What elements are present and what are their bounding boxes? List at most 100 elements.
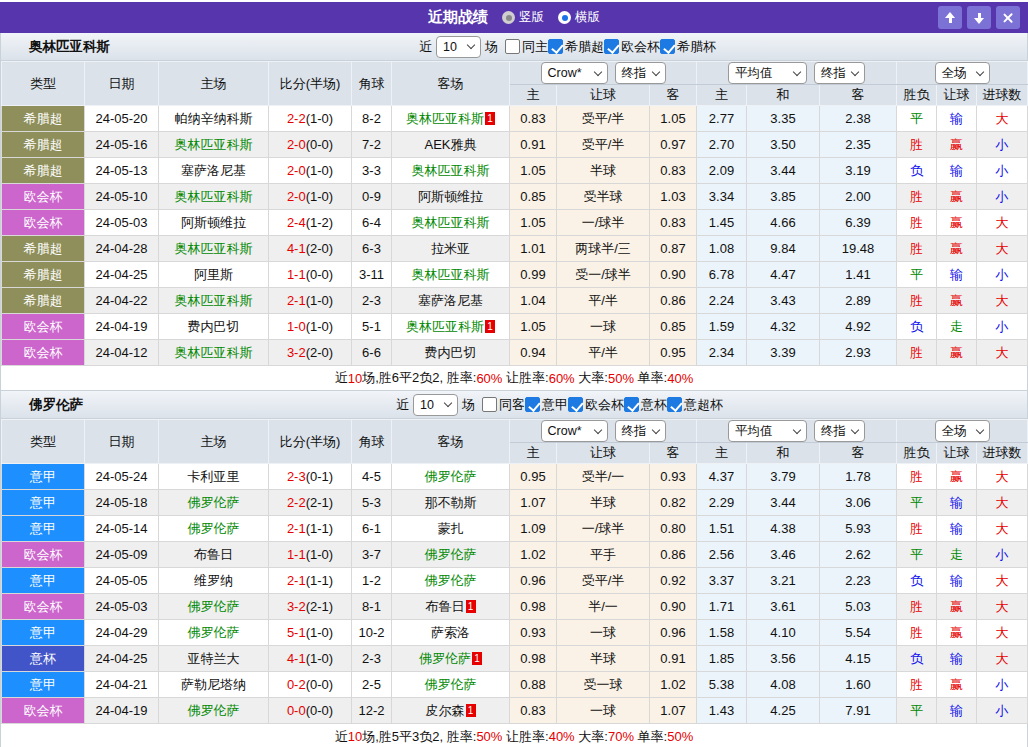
scope-select[interactable]: 全场 [935,62,990,84]
fulltime-score: 2-1 [287,521,306,536]
result-handicap: 输 [937,698,977,724]
corner-count: 2-3 [352,288,392,314]
recent-count-select[interactable]: 10 [413,394,458,416]
halftime-score: (1-0) [306,189,333,204]
team-label: 奥林匹亚科斯 [175,137,253,152]
result-match: 平 [897,106,937,132]
team-label: 佛罗伦萨 [188,495,240,510]
away-team: 奥林匹亚科斯1 [392,106,510,132]
team-label: 佛罗伦萨 [188,625,240,640]
europe-source-select[interactable]: 平均值 [728,62,807,84]
league-label: 意超杯 [684,396,723,414]
team-label: 布鲁日 [426,599,465,614]
scope-select[interactable]: 全场 [935,420,990,442]
odds-time-select[interactable]: 终指 [615,62,666,84]
result-group-header: 全场 [897,62,1028,85]
col-type: 类型 [2,420,85,464]
handicap-line: 一球 [557,698,650,724]
handicap-home-odds: 0.96 [510,568,557,594]
league-checkbox[interactable]: 意超杯 [667,396,723,414]
recent-count-select[interactable]: 10 [436,36,481,58]
result-goals: 大 [977,236,1028,262]
avg-away-odds: 7.91 [820,698,897,724]
odds-time-select[interactable]: 终指 [615,420,666,442]
avg-draw-odds: 4.47 [747,262,820,288]
handicap-away-odds: 0.93 [650,464,697,490]
close-button[interactable] [996,6,1020,29]
score-cell: 1-1(0-0) [269,262,352,288]
avg-home-odds: 1.08 [697,236,747,262]
home-team: 塞萨洛尼基 [159,158,269,184]
close-icon [1002,12,1014,24]
col-hcp-home: 主 [510,85,557,106]
europe-time-select[interactable]: 终指 [814,420,865,442]
match-row: 欧会杯24-05-03佛罗伦萨3-2(2-1)8-1布鲁日10.98半/一0.9… [2,594,1028,620]
result-handicap: 输 [937,646,977,672]
result-handicap: 走 [937,542,977,568]
result-handicap: 输 [937,516,977,542]
result-goals: 大 [977,594,1028,620]
home-team: 帕纳辛纳科斯 [159,106,269,132]
radio-vertical-layout[interactable]: 竖版 [502,9,544,26]
chevron-down-icon [593,425,601,433]
summary-value: 50% [608,371,634,386]
result-goals: 小 [977,698,1028,724]
handicap-line: 两球半/三 [557,236,650,262]
handicap-away-odds: 1.07 [650,698,697,724]
match-row: 意甲24-05-05维罗纳2-1(1-1)1-2佛罗伦萨0.96受平/半0.92… [2,568,1028,594]
col-date: 日期 [85,62,159,106]
fulltime-score: 2-2 [287,111,306,126]
match-row: 意杯24-04-25亚特兰大4-1(1-0)2-3佛罗伦萨10.98半球0.91… [2,646,1028,672]
match-date: 24-05-16 [85,132,159,158]
score-cell: 2-4(1-2) [269,210,352,236]
score-cell: 2-0(1-0) [269,184,352,210]
avg-away-odds: 4.15 [820,646,897,672]
handicap-away-odds: 0.85 [650,314,697,340]
league-checkbox[interactable]: 希腊超 [548,38,604,56]
league-checkbox[interactable]: 欧会杯 [604,38,660,56]
league-checkbox[interactable]: 意杯 [624,396,667,414]
halftime-score: (2-1) [306,495,333,510]
handicap-home-odds: 1.05 [510,210,557,236]
match-date: 24-05-03 [85,594,159,620]
radio-horizontal-layout[interactable]: 横版 [558,9,600,26]
avg-away-odds: 1.78 [820,464,897,490]
result-handicap: 赢 [937,184,977,210]
same-venue-checkbox[interactable]: 同客 [482,396,525,414]
team-label: 佛罗伦萨 [425,469,477,484]
odds-source-select[interactable]: Crow* [541,420,608,442]
team-section: 奥林匹亚科斯 近 10 场 同主 希腊超欧会杯希腊杯 类型 [1,33,1027,391]
fulltime-score: 4-1 [287,651,306,666]
handicap-line: 受一/球半 [557,262,650,288]
fulltime-score: 2-3 [287,469,306,484]
odds-source-select[interactable]: Crow* [541,62,608,84]
europe-time-select[interactable]: 终指 [814,62,865,84]
same-venue-checkbox[interactable]: 同主 [505,38,548,56]
team-label: 皮尔森 [426,703,465,718]
league-checkbox[interactable]: 欧会杯 [568,396,624,414]
halftime-score: (2-1) [306,599,333,614]
match-date: 24-05-20 [85,106,159,132]
match-row: 希腊超24-05-13塞萨洛尼基2-0(1-0)3-3奥林匹亚科斯1.05半球0… [2,158,1028,184]
match-type-badge: 欧会杯 [2,542,85,568]
red-card-badge: 1 [485,112,495,125]
europe-source-select[interactable]: 平均值 [728,420,807,442]
move-up-button[interactable] [938,6,962,29]
radio-horizontal-label: 横版 [575,9,600,26]
summary-value: 40% [667,371,693,386]
move-down-button[interactable] [967,6,991,29]
home-team: 佛罗伦萨 [159,490,269,516]
summary-value: 50% [476,729,502,744]
result-match: 胜 [897,340,937,366]
avg-home-odds: 2.56 [697,542,747,568]
home-team: 阿斯顿维拉 [159,210,269,236]
result-goals: 小 [977,672,1028,698]
league-checkbox[interactable]: 意甲 [525,396,568,414]
fulltime-score: 0-2 [287,677,306,692]
handicap-home-odds: 0.95 [510,464,557,490]
chevron-down-icon [467,41,475,49]
avg-home-odds: 5.38 [697,672,747,698]
result-match: 平 [897,698,937,724]
league-checkbox[interactable]: 希腊杯 [660,38,716,56]
handicap-line: 平/半 [557,340,650,366]
